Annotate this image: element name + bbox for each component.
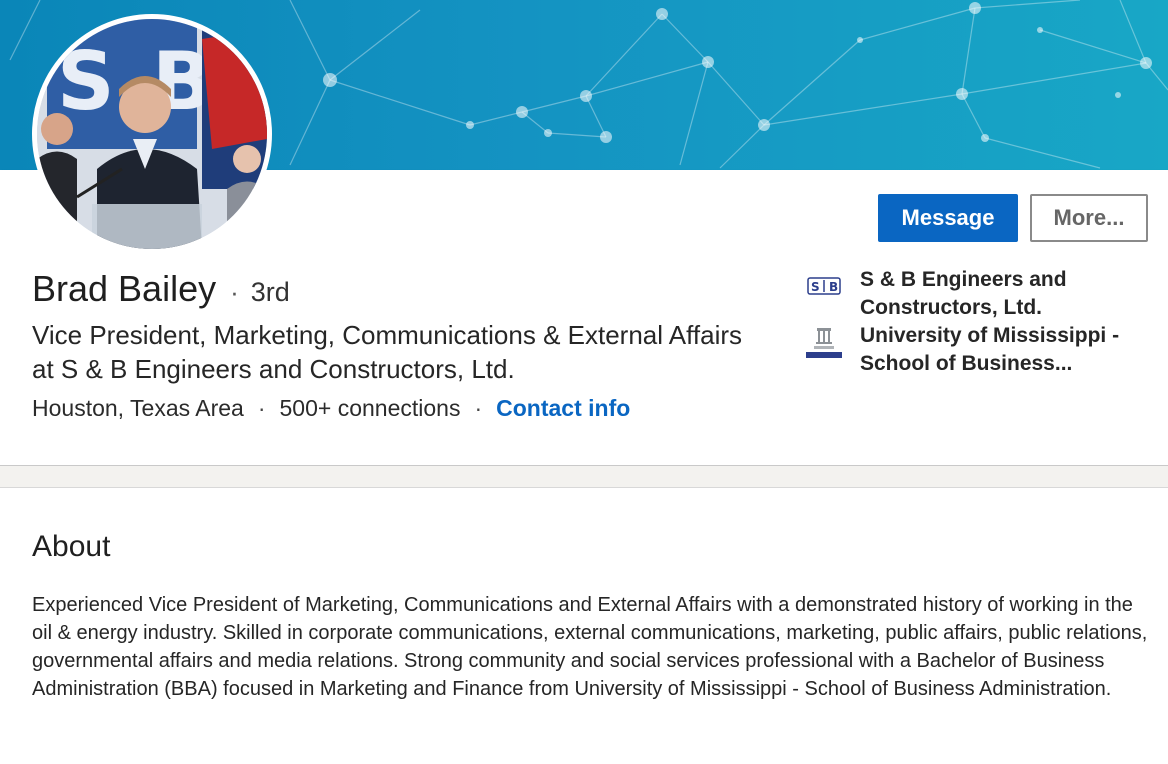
svg-text:B: B — [829, 280, 838, 294]
about-text: Experienced Vice President of Marketing,… — [32, 594, 1148, 700]
profile-location: Houston, Texas Area — [32, 395, 244, 421]
meta-separator-dot: · — [474, 395, 483, 421]
current-company-name: S & B Engineers and Constructors, Ltd. — [860, 268, 1067, 319]
svg-text:S: S — [57, 35, 115, 128]
more-button[interactable]: More... — [1030, 194, 1148, 242]
profile-connections[interactable]: 500+ connections — [280, 395, 461, 422]
profile-photo-image: S B — [37, 19, 267, 249]
profile-name: Brad Bailey — [32, 268, 217, 309]
svg-text:S: S — [811, 280, 820, 294]
profile-meta-row: Houston, Texas Area · 500+ connections ·… — [32, 395, 630, 422]
message-button[interactable]: Message — [878, 194, 1018, 242]
profile-headline: Vice President, Marketing, Communication… — [32, 320, 743, 384]
education-school[interactable]: University of Mississippi - School of Bu… — [804, 322, 1150, 378]
sb-logo-icon: S B — [804, 266, 844, 306]
education-school-name: University of Mississippi - School of Bu… — [860, 324, 1120, 375]
current-company[interactable]: S B S & B Engineers and Constructors, Lt… — [804, 266, 1150, 322]
ole-miss-business-logo-icon — [804, 322, 844, 362]
name-row: Brad Bailey · 3rd — [32, 268, 290, 310]
contact-info-link[interactable]: Contact info — [496, 395, 630, 422]
separator-dot: · — [230, 277, 239, 307]
profile-photo[interactable]: S B — [32, 14, 272, 254]
about-title: About — [32, 530, 111, 563]
about-section: About Experienced Vice President of Mark… — [0, 488, 1168, 764]
connection-degree: 3rd — [250, 277, 290, 307]
section-divider — [0, 466, 1168, 488]
meta-separator-dot: · — [257, 395, 266, 421]
